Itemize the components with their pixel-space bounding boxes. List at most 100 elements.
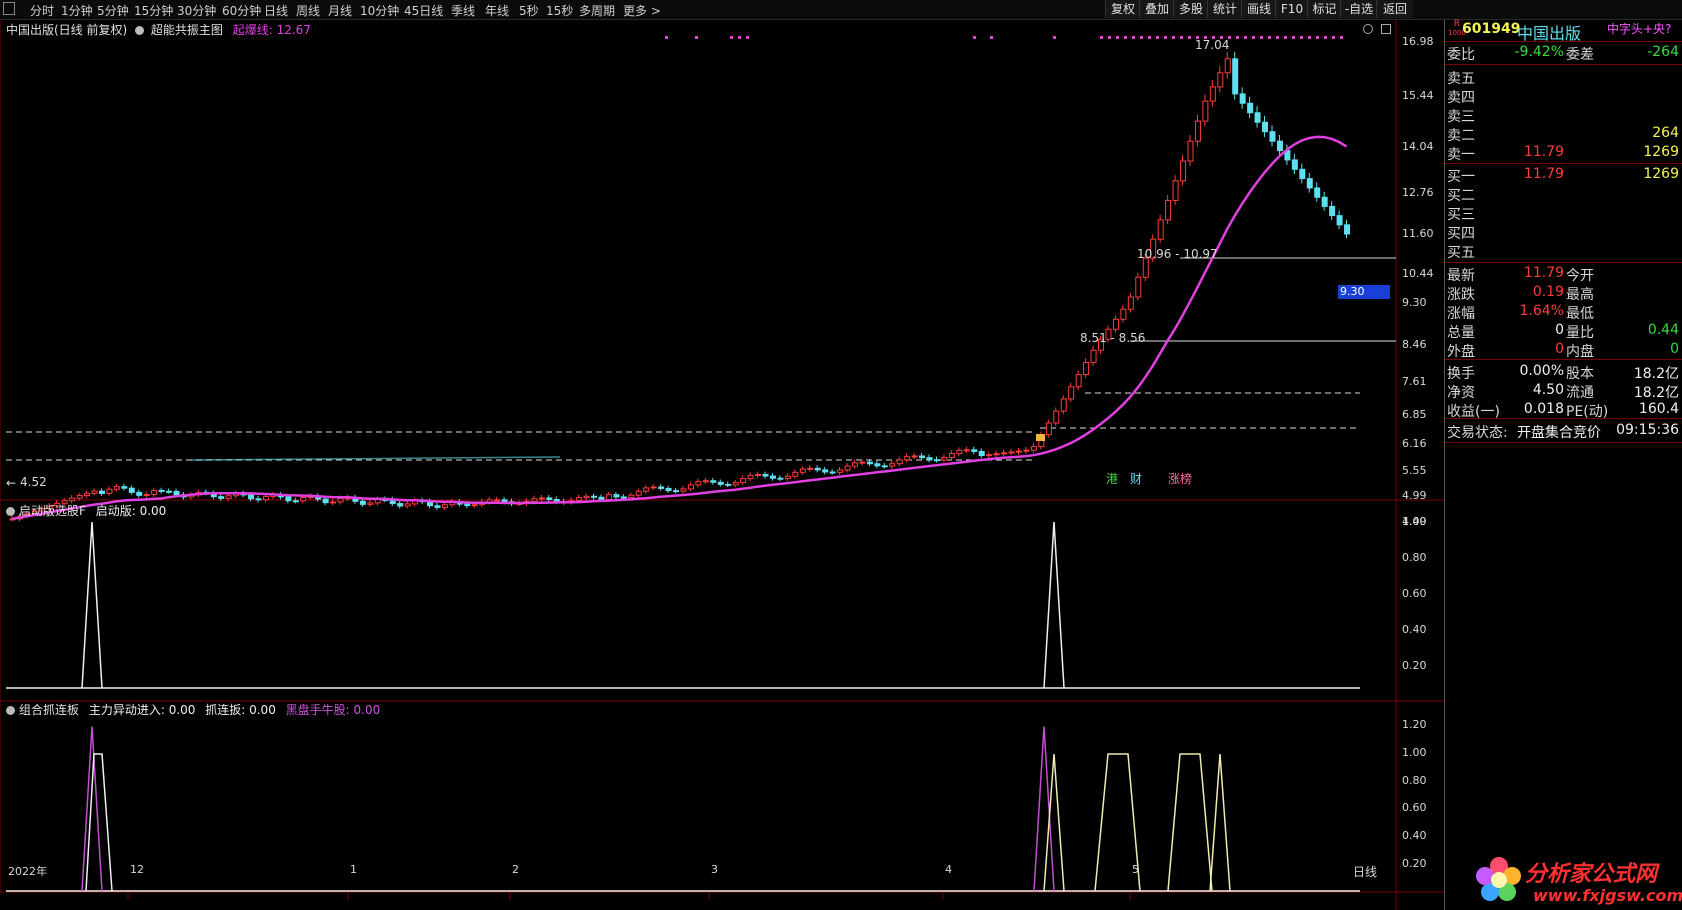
candle (1030, 446, 1037, 451)
tag-rank[interactable]: 涨榜 (1168, 470, 1192, 487)
period-0[interactable]: 分时 (30, 2, 54, 19)
candle (248, 494, 255, 500)
stock-title[interactable]: 中国出版(日线 前复权) (6, 23, 127, 37)
candle (1254, 112, 1261, 123)
candle (650, 486, 657, 489)
candle (225, 495, 232, 499)
buy-level-1[interactable]: 买一 11.79 1269 (1445, 166, 1682, 185)
period-15[interactable]: 多周期 (579, 2, 615, 19)
candle (84, 492, 91, 497)
candle (262, 496, 269, 501)
period-16[interactable]: 更多 > (623, 2, 661, 19)
candle (1329, 205, 1336, 217)
period-9[interactable]: 10分钟 (360, 2, 399, 19)
candle (807, 467, 814, 470)
sell-level-2[interactable]: 卖二 264 (1445, 125, 1682, 144)
buy-level-4[interactable]: 买四 (1445, 223, 1682, 242)
candle (1336, 215, 1343, 226)
signal-dot (1244, 36, 1247, 39)
panel-maximize-icon[interactable] (1381, 24, 1391, 34)
period-4[interactable]: 30分钟 (177, 2, 216, 19)
period-12[interactable]: 年线 (485, 2, 509, 19)
toolbar-button-8[interactable]: 返回 (1376, 0, 1413, 18)
x-label-mar: 3 (711, 863, 718, 876)
period-11[interactable]: 季线 (451, 2, 475, 19)
candle (620, 496, 627, 499)
fundamental-row-1: 净资 4.50 流通 18.2亿 (1447, 382, 1679, 401)
sell-level-4[interactable]: 卖四 (1445, 87, 1682, 106)
stock-code[interactable]: 601949 (1462, 21, 1520, 37)
period-10[interactable]: 45日线 (404, 2, 443, 19)
panel-toggle-icon[interactable] (3, 2, 15, 15)
panel2-indicator-name[interactable]: 启动版选股F (19, 504, 86, 518)
tag-hk[interactable]: 港 (1106, 470, 1118, 487)
candle (859, 461, 866, 464)
candle (501, 499, 508, 503)
panel3-title: 组合抓连板 主力异动进入: 0.00 抓连扳: 0.00 黑盘手牛股: 0.00 (6, 701, 380, 718)
candle (911, 455, 918, 458)
toolbar-button-2[interactable]: 多股 (1173, 0, 1208, 18)
tag-finance[interactable]: 财 (1130, 470, 1142, 487)
candle (941, 456, 948, 461)
toolbar-button-5[interactable]: F10 (1275, 0, 1308, 18)
toolbar-button-0[interactable]: 复权 (1105, 0, 1140, 18)
zone2-annotation: 8.51 - 8.56 (1080, 331, 1146, 345)
period-7[interactable]: 周线 (296, 2, 320, 19)
candle (896, 459, 903, 465)
p3-y-tick: 1.20 (1402, 718, 1427, 731)
candle (926, 457, 933, 461)
toolbar-button-3[interactable]: 统计 (1207, 0, 1242, 18)
sell-level-5[interactable]: 卖五 (1445, 68, 1682, 87)
watermark: 分析家公式网 www.fxjgsw.com (1473, 852, 1682, 910)
period-14[interactable]: 15秒 (546, 2, 573, 19)
stock-concept-tag[interactable]: 中字头+央? (1607, 20, 1671, 37)
candle (866, 461, 873, 465)
period-5[interactable]: 60分钟 (222, 2, 261, 19)
indicator-name[interactable]: 超能共振主图 (151, 23, 223, 37)
candle (471, 504, 478, 507)
candle (531, 498, 538, 502)
candle (1269, 131, 1276, 142)
period-2[interactable]: 5分钟 (97, 2, 129, 19)
candle (1224, 58, 1231, 74)
toolbar-button-7[interactable]: -自选 (1340, 0, 1377, 18)
buy-level-3[interactable]: 买三 (1445, 204, 1682, 223)
period-8[interactable]: 月线 (328, 2, 352, 19)
candle (128, 487, 135, 493)
period-13[interactable]: 5秒 (519, 2, 539, 19)
toolbar-button-1[interactable]: 叠加 (1139, 0, 1174, 18)
chart-canvas[interactable] (0, 20, 1444, 910)
toolbar-button-6[interactable]: 标记 (1307, 0, 1341, 18)
chart-area[interactable]: 中国出版(日线 前复权) 超能共振主图 起爆线: 12.67 启动版选股F 启动… (0, 20, 1444, 910)
panel2-spike (81, 521, 103, 689)
period-6[interactable]: 日线 (264, 2, 288, 19)
top-toolbar: 分时 1分钟 5分钟 15分钟 30分钟 60分钟 日线 周线 月线 10分钟 45日线 季线 年线 5秒… (0, 0, 1682, 20)
buy-level-2[interactable]: 买二 (1445, 185, 1682, 204)
panel2-gear-icon[interactable] (6, 507, 15, 516)
period-1[interactable]: 1分钟 (61, 2, 93, 19)
candle (755, 474, 762, 477)
panel3-series1: 主力异动进入: 0.00 (88, 703, 196, 717)
candle (1120, 308, 1127, 320)
candle (1083, 361, 1090, 376)
sell-level-1[interactable]: 卖一 11.79 1269 (1445, 144, 1682, 163)
signal-dot (1108, 36, 1111, 39)
candle (747, 474, 754, 480)
indicator-gear-icon[interactable] (135, 26, 145, 35)
candle (993, 453, 1000, 456)
candle (1142, 257, 1149, 278)
period-3[interactable]: 15分钟 (134, 2, 173, 19)
candle (591, 495, 598, 498)
buy-level-5[interactable]: 买五 (1445, 242, 1682, 261)
sell-level-1-volume: 1269 (1643, 144, 1679, 160)
p3-y-tick: 0.40 (1402, 829, 1427, 842)
candle (1194, 120, 1201, 142)
toolbar-button-4[interactable]: 画线 (1241, 0, 1276, 18)
panel-settings-icon[interactable] (1363, 24, 1373, 34)
panel3-gear-icon[interactable] (6, 706, 15, 715)
candle (881, 465, 888, 468)
candle (1239, 93, 1246, 104)
sell-level-3[interactable]: 卖三 (1445, 106, 1682, 125)
period-label[interactable]: 日线 (1353, 863, 1377, 880)
panel3-indicator-name[interactable]: 组合抓连板 (19, 703, 79, 717)
